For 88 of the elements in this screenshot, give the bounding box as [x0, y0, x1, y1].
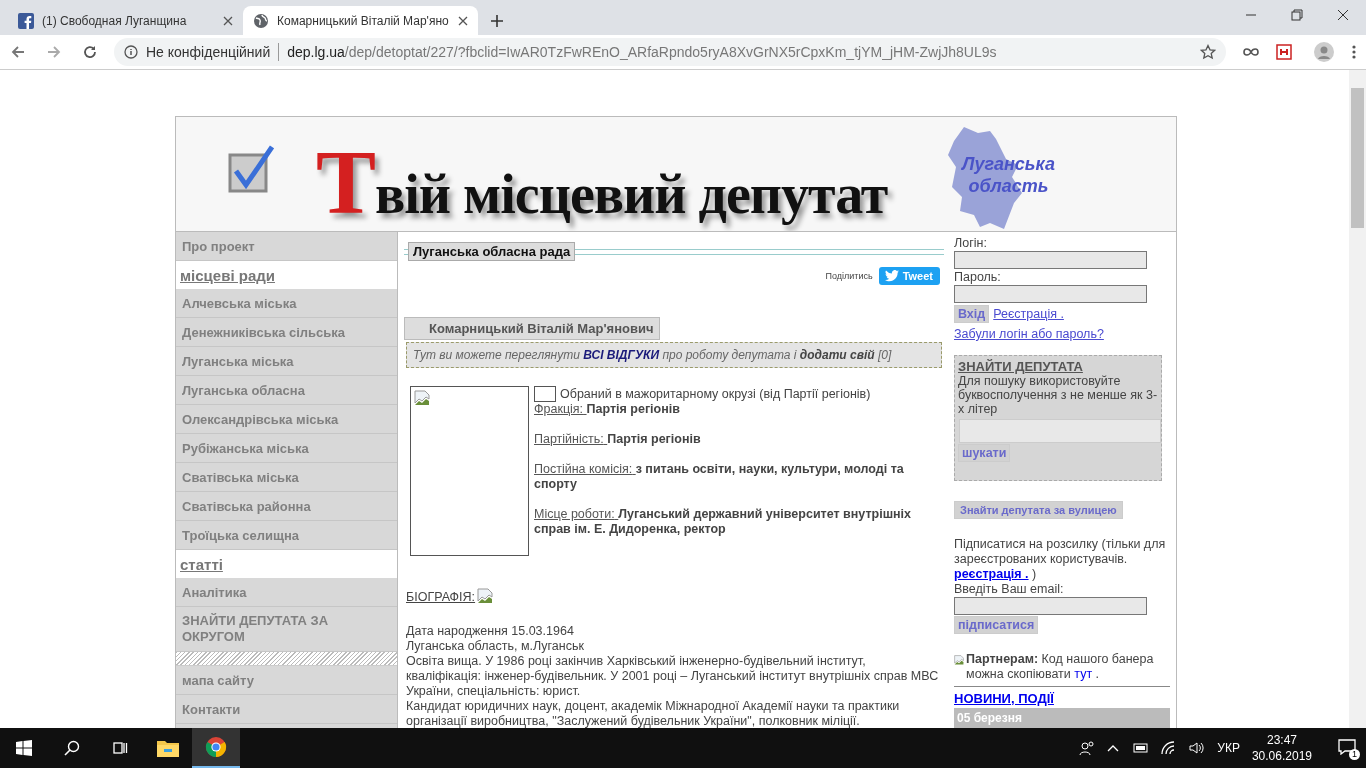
registration-link[interactable]: реєстрація .: [954, 567, 1029, 581]
battery-icon[interactable]: [1131, 742, 1150, 754]
search-title: ЗНАЙТИ ДЕПУТАТА: [958, 359, 1084, 374]
search-hint: Для пошуку використовуйте буквосполучення з не менше як 3-х літер: [958, 374, 1158, 416]
fact-text: Партійність: Партія регіонів: [534, 432, 702, 447]
register-link[interactable]: Реєстрація .: [993, 307, 1064, 321]
email-label: Введіть Ваш email:: [954, 582, 1065, 596]
sidebar-item[interactable]: Луганська обласна: [176, 376, 397, 405]
empty-image-box: [534, 386, 556, 402]
login-button[interactable]: Вхід: [954, 305, 990, 323]
biography-text: Освіта вища. У 1986 році закінчив Харківський інженерно-будівельний інститут, кваліфікація: інженер-будівельник. У 2001 році – Луганський інститут внутрішніх справ МВС України, спеціальність: юрист.: [406, 654, 940, 699]
sidebar-item[interactable]: Алчевська міська: [176, 289, 397, 318]
close-icon[interactable]: [458, 15, 468, 26]
partners-text: Партнерам: Код нашого банера можна скопіювати тут .: [966, 652, 1155, 682]
star-icon[interactable]: [1200, 44, 1216, 60]
broken-image-icon: [414, 390, 430, 406]
back-icon[interactable]: [10, 44, 26, 60]
facebook-icon: [18, 12, 34, 29]
people-icon[interactable]: [1079, 740, 1096, 756]
task-view-icon[interactable]: [112, 740, 128, 756]
url-text: dep.lg.ua/dep/detoptat/227/?fbclid=IwAR0TzFwREnO_ARfaRpndo5ryA8XvGrNX5rCpxKm_tjYM_jHM-ZwjJh8UL9s: [287, 44, 997, 60]
close-icon[interactable]: [223, 15, 233, 26]
sidebar-item[interactable]: Сватівська районна: [176, 492, 397, 521]
reviews-notice: Тут ви можете переглянути ВСІ ВІДГУКИ про роботу депутата і додати свій [0]: [406, 342, 942, 368]
search-field[interactable]: [959, 419, 1161, 443]
clock[interactable]: 23:47 30.06.2019: [1251, 732, 1312, 764]
language-indicator[interactable]: УКР: [1217, 741, 1240, 755]
sidebar-item[interactable]: Контакти: [176, 695, 397, 724]
sidebar-item[interactable]: Про проект: [176, 232, 397, 261]
elected-text: Обраний в мажоритарному окрузі (від Партії регіонів): [560, 387, 871, 401]
sidebar-item[interactable]: Луганська міська: [176, 347, 397, 376]
find-by-street-button[interactable]: Знайти депутата за вулицею: [954, 501, 1123, 519]
deputy-name: Комарницький Віталій Мар'янович: [404, 317, 661, 340]
browser-tab[interactable]: (1) Свободная Луганщина: [8, 6, 243, 35]
menu-icon[interactable]: [1352, 44, 1356, 60]
checkbox-tick-icon: [228, 145, 274, 195]
subscribe-button[interactable]: підписатися: [954, 616, 1039, 634]
new-tab-icon[interactable]: [490, 14, 504, 28]
sidebar-item[interactable]: Рубіжанська міська: [176, 434, 397, 463]
email-field[interactable]: [954, 597, 1147, 615]
login-label: Логін:: [954, 236, 988, 250]
forgot-password-link[interactable]: Забули логін або пароль?: [954, 327, 1104, 341]
info-icon[interactable]: [124, 45, 138, 59]
extension-icon[interactable]: [1276, 44, 1292, 60]
sidebar-item[interactable]: Сватівська міська: [176, 463, 397, 492]
fact-text: Місце роботи: Луганський державний університет внутрішніх справ ім. Е. Дидоренка, ректор: [534, 507, 913, 537]
folder-icon[interactable]: [157, 739, 179, 757]
speaker-icon[interactable]: [1189, 741, 1206, 755]
tweet-button[interactable]: Tweet: [878, 267, 940, 285]
globe-icon: [253, 12, 269, 29]
profile-icon[interactable]: [1314, 42, 1334, 62]
security-label: Не конфіденційний: [146, 44, 271, 60]
all-reviews-link[interactable]: ВСІ ВІДГУКИ: [583, 348, 660, 362]
news-heading[interactable]: НОВИНИ, ПОДІЇ: [954, 691, 1170, 706]
fact-text: Фракція: Партія регіонів: [534, 402, 681, 417]
biography-text: Луганська область, м.Луганськ: [406, 639, 585, 654]
scrollbar[interactable]: [1349, 70, 1366, 728]
infinity-icon[interactable]: [1242, 46, 1260, 58]
subscribe-text: Підписатися на розсилку (тільки для зареєстрованих користувачів. реєстрація . ): [954, 537, 1166, 582]
share-label: Поділитись: [825, 271, 873, 281]
biography-text: Кандидат юридичних наук, доцент, академік Міжнародної Академії науки та практики організації виробництва, "Заслужений будівельник України", полковник міліції.: [406, 699, 901, 728]
sidebar-item[interactable]: мапа сайту: [176, 666, 397, 695]
sidebar-item[interactable]: ЗНАЙТИ ДЕПУТАТА ЗА ОКРУГОМ: [176, 607, 397, 652]
add-review-link[interactable]: додати свій: [799, 348, 875, 362]
chrome-icon[interactable]: [205, 736, 227, 758]
password-label: Пароль:: [954, 270, 1002, 284]
sidebar-item[interactable]: Денежниківська сільська: [176, 318, 397, 347]
news-date: 05 березня: [954, 708, 1170, 728]
chevron-up-icon[interactable]: [1107, 744, 1120, 752]
search-button[interactable]: шукати: [958, 444, 1011, 462]
windows-logo-icon: [16, 740, 32, 756]
fact-text: Постійна комісія: з питань освіти, науки, культури, молоді та спорту: [534, 462, 905, 492]
browser-tab[interactable]: Комарницький Віталій Мар'яно: [243, 6, 478, 35]
bird-icon: [884, 270, 899, 282]
broken-image-icon: [477, 588, 494, 604]
banner-code-link[interactable]: тут: [1074, 667, 1093, 681]
sidebar-item[interactable]: Аналітика: [176, 578, 397, 607]
council-heading: Луганська обласна рада: [408, 242, 576, 261]
address-bar[interactable]: Не конфіденційний dep.lg.ua/dep/detoptat/227/?fbclid=IwAR0TzFwREnO_ARfaRpndo5ryA8XvGrNX5rCpxKm_tjYM_jHM-ZwjJh8UL9s: [114, 38, 1226, 66]
password-field[interactable]: [954, 285, 1147, 303]
biography-text: Дата народження 15.03.1964: [406, 624, 575, 639]
biography-heading: БІОГРАФІЯ:: [406, 590, 476, 604]
sidebar-item[interactable]: Олександрівська міська: [176, 405, 397, 434]
search-icon[interactable]: [64, 740, 80, 756]
login-field[interactable]: [954, 251, 1147, 269]
reload-icon[interactable]: [82, 44, 98, 60]
sidebar-item[interactable]: Троїцька селищна: [176, 521, 397, 550]
site-title: Твій місцевий депутат: [316, 132, 888, 231]
